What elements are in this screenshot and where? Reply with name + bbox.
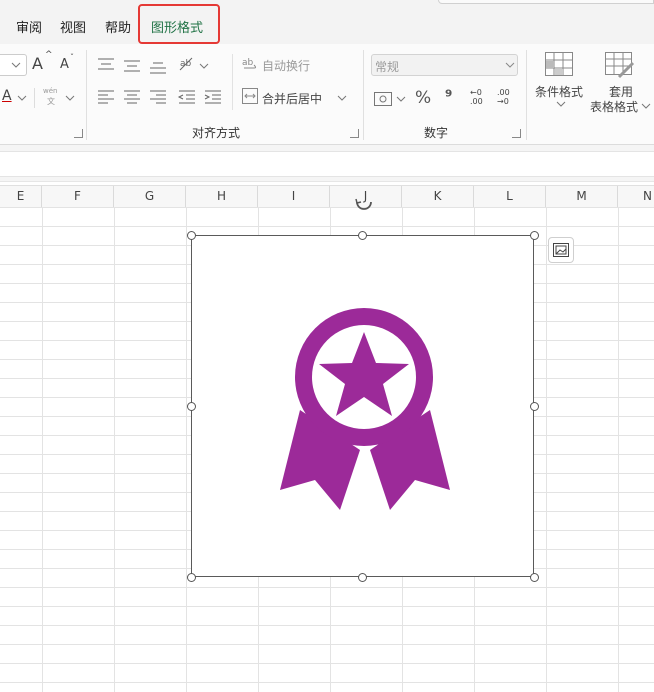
quick-layout-button[interactable] <box>548 237 574 263</box>
number-format-value: 常规 <box>375 60 400 74</box>
merge-dropdown-icon[interactable] <box>337 95 347 101</box>
ribbon-tab-bar: 审阅 视图 帮助 图形格式 <box>0 0 654 44</box>
wrap-text-button[interactable]: 自动换行 <box>262 57 310 74</box>
number-format-select[interactable]: 常规 <box>371 54 518 76</box>
grow-caret-icon: ^ <box>45 50 53 60</box>
font-color-dropdown-icon[interactable] <box>17 95 27 101</box>
comma-button[interactable]: ⁹ <box>445 87 452 107</box>
group-separator <box>526 50 527 140</box>
phonetic-dropdown-icon[interactable] <box>65 95 75 101</box>
rotate-handle-icon[interactable] <box>354 198 374 211</box>
formula-bar-area <box>0 145 654 182</box>
wrap-text-icon[interactable]: ab <box>242 56 258 72</box>
merge-center-icon[interactable] <box>242 88 258 104</box>
resize-handle-top-right[interactable] <box>530 231 539 240</box>
resize-handle-right[interactable] <box>530 402 539 411</box>
orientation-icon[interactable]: ab <box>178 56 196 72</box>
align-middle-icon[interactable] <box>124 60 140 74</box>
svg-text:ab: ab <box>242 58 254 68</box>
increase-decimal-button[interactable]: ←0 .00 <box>470 88 490 106</box>
shrink-caret-icon: ˇ <box>70 53 74 62</box>
phonetic-bottom: 文 <box>47 97 55 106</box>
merge-center-button[interactable]: 合并后居中 <box>262 90 322 107</box>
grid-column-line <box>186 207 187 692</box>
accounting-format-icon[interactable] <box>374 92 392 106</box>
ribbon: A ^ A ˇ A wén 文 ab ab 自动换行 合并后居中 对齐方式 常规… <box>0 44 654 145</box>
align-bottom-icon[interactable] <box>150 62 166 76</box>
formula-input[interactable] <box>0 151 654 177</box>
percent-button[interactable]: % <box>415 88 431 108</box>
svg-text:ab: ab <box>180 59 192 69</box>
grid-column-line <box>618 207 619 692</box>
font-shrink-button[interactable]: A <box>60 57 69 72</box>
resize-handle-bottom[interactable] <box>358 573 367 582</box>
align-top-icon[interactable] <box>98 58 114 72</box>
decrease-indent-icon[interactable] <box>177 90 195 104</box>
conditional-format-dropdown-icon[interactable] <box>556 101 566 107</box>
column-header-f[interactable]: F <box>42 186 114 207</box>
conditional-format-button[interactable]: 条件格式 <box>535 83 583 100</box>
resize-handle-bottom-left[interactable] <box>187 573 196 582</box>
number-group-label: 数字 <box>424 126 449 140</box>
tab-review[interactable]: 审阅 <box>16 17 42 36</box>
resize-handle-bottom-right[interactable] <box>530 573 539 582</box>
alignment-group-label: 对齐方式 <box>192 126 241 140</box>
conditional-format-icon[interactable] <box>545 52 573 76</box>
grid-column-line <box>42 207 43 692</box>
table-format-icon[interactable] <box>605 52 635 79</box>
table-format-dropdown-icon[interactable] <box>641 103 651 109</box>
column-header-i[interactable]: I <box>258 186 330 207</box>
resize-handle-left[interactable] <box>187 402 196 411</box>
font-dialog-launcher-icon[interactable] <box>74 129 83 138</box>
grid-column-line <box>546 207 547 692</box>
font-grow-button[interactable]: A <box>32 54 43 73</box>
column-header-e[interactable]: E <box>0 186 42 207</box>
increase-indent-icon[interactable] <box>204 90 221 104</box>
align-right-icon[interactable] <box>150 90 166 104</box>
grid-column-line <box>114 207 115 692</box>
phonetic-top: wén <box>43 87 58 95</box>
font-color-button[interactable]: A <box>2 88 12 104</box>
group-separator <box>86 50 87 140</box>
award-ribbon-icon[interactable] <box>280 305 450 515</box>
table-format-label-2[interactable]: 表格格式 <box>590 98 638 115</box>
divider <box>232 54 233 110</box>
accounting-dropdown-icon[interactable] <box>396 96 406 102</box>
tab-highlight-box <box>138 4 220 44</box>
title-search-edge <box>438 0 654 4</box>
align-center-icon[interactable] <box>124 90 140 104</box>
column-header-k[interactable]: K <box>402 186 474 207</box>
column-header-h[interactable]: H <box>186 186 258 207</box>
column-header-g[interactable]: G <box>114 186 186 207</box>
column-header-row: E F G H I J K L M N <box>0 185 654 208</box>
decrease-decimal-button[interactable]: .00 →0 <box>497 88 517 106</box>
group-separator <box>363 50 364 140</box>
orientation-dropdown-icon[interactable] <box>199 63 209 69</box>
quick-layout-icon <box>553 243 569 257</box>
align-left-icon[interactable] <box>98 90 114 104</box>
alignment-dialog-launcher-icon[interactable] <box>350 129 359 138</box>
tab-view[interactable]: 视图 <box>60 17 86 36</box>
number-dialog-launcher-icon[interactable] <box>512 129 521 138</box>
resize-handle-top-left[interactable] <box>187 231 196 240</box>
chevron-down-icon <box>505 62 515 68</box>
column-header-m[interactable]: M <box>546 186 618 207</box>
column-header-l[interactable]: L <box>474 186 546 207</box>
tab-help[interactable]: 帮助 <box>105 17 131 36</box>
resize-handle-top[interactable] <box>358 231 367 240</box>
column-header-n[interactable]: N <box>618 186 654 207</box>
font-size-box[interactable] <box>0 54 27 76</box>
divider <box>34 88 35 108</box>
